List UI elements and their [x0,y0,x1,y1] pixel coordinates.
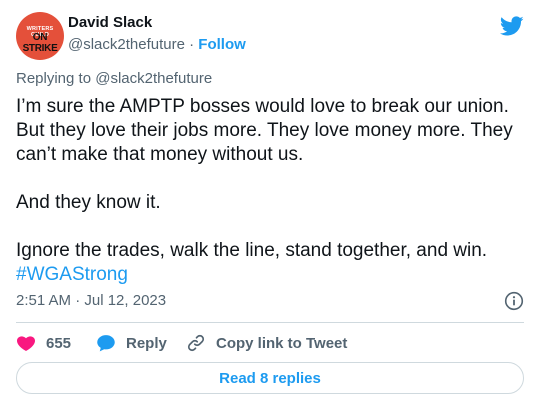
divider [16,322,524,323]
reply-label: Reply [126,334,167,352]
tweet-text: I’m sure the AMPTP bosses would love to … [16,95,524,287]
copy-link-button[interactable]: Copy link to Tweet [186,331,347,355]
handle-row: @slack2thefuture · Follow [68,36,246,53]
avatar-main-text: ON STRIKE [22,32,58,54]
tweet-paragraph-1: I’m sure the AMPTP bosses would love to … [16,96,513,165]
like-button[interactable]: 655 [16,331,71,355]
action-bar: 655 Reply Copy link to Tweet [16,331,524,355]
replying-to[interactable]: Replying to @slack2thefuture [16,70,212,87]
meta-row: 2:51 AM · Jul 12, 2023 [16,291,524,313]
read-replies-label: Read 8 replies [219,369,321,387]
author-name[interactable]: David Slack [68,14,152,31]
copy-link-label: Copy link to Tweet [216,334,348,352]
info-icon[interactable] [504,291,524,311]
reply-button[interactable]: Reply [96,331,167,355]
like-count: 655 [46,334,72,352]
timestamp[interactable]: 2:51 AM · Jul 12, 2023 [16,292,166,309]
separator-dot: · [189,36,195,53]
tweet-paragraph-2: And they know it. [16,192,161,213]
tweet-embed-card: WRITERS GUILD ON STRIKE David Slack @sla… [0,0,540,409]
author-handle[interactable]: @slack2thefuture [68,36,185,53]
avatar[interactable]: WRITERS GUILD ON STRIKE [16,12,64,60]
read-replies-button[interactable]: Read 8 replies [16,362,524,394]
reply-bubble-icon [97,335,115,352]
tweet-header: WRITERS GUILD ON STRIKE David Slack @sla… [16,12,524,60]
hashtag-link[interactable]: #WGAStrong [16,264,128,285]
heart-icon [17,336,35,351]
follow-link[interactable]: Follow [198,36,246,53]
tweet-paragraph-3: Ignore the trades, walk the line, stand … [16,240,488,261]
twitter-bird-icon[interactable] [500,14,524,38]
link-icon [187,334,205,352]
